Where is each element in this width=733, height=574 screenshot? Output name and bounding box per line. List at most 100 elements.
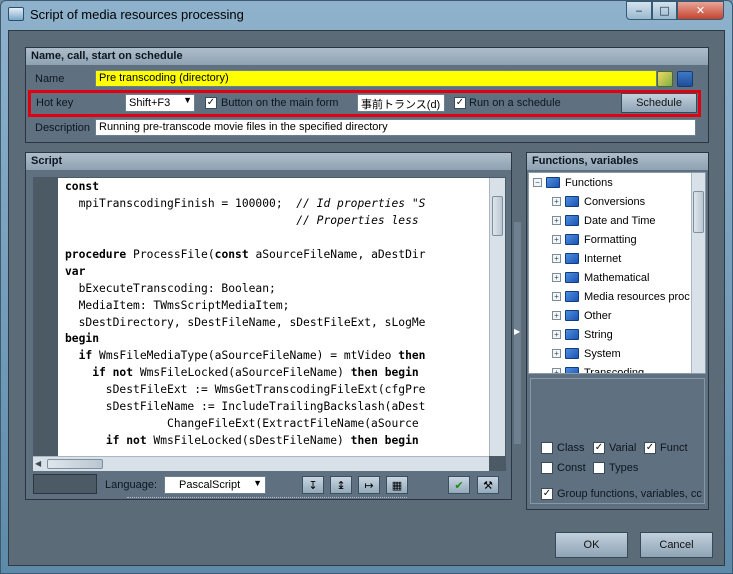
vertical-splitter[interactable]: ▶ [514, 222, 521, 444]
code-horizontal-scrollbar[interactable]: ◀ [33, 456, 489, 471]
tree-item[interactable]: + Formatting [552, 230, 637, 249]
code-line[interactable]: if not WmsFileLocked(sDestFileName) then… [65, 433, 489, 450]
code-token: mpiTranscodingFinish = 100000; [65, 196, 297, 210]
code-line[interactable]: // Properties less [65, 213, 489, 230]
language-value: PascalScript [179, 479, 241, 491]
name-field[interactable]: Pre transcoding (directory) [95, 70, 657, 87]
expand-icon[interactable]: + [552, 216, 561, 225]
tree-item[interactable]: + Media resources proc [552, 287, 690, 306]
scroll-left-icon[interactable]: ◀ [35, 459, 41, 468]
tree-item[interactable]: + System [552, 344, 621, 363]
tree-item-label: Date and Time [584, 214, 656, 227]
expand-icon[interactable]: + [552, 197, 561, 206]
close-button[interactable]: ✕ [677, 1, 724, 20]
button-caption-field[interactable]: 事前トランス(d) [357, 94, 445, 112]
code-editor[interactable]: const mpiTranscodingFinish = 100000; // … [58, 178, 489, 456]
code-line[interactable]: sDestDirectory, sDestFileName, sDestFile… [65, 315, 489, 332]
code-line[interactable]: procedure ProcessFile(const aSourceFileN… [65, 247, 489, 264]
expand-icon[interactable]: + [552, 273, 561, 282]
run-schedule-checkbox[interactable]: ✓ [454, 97, 466, 109]
chevron-right-icon[interactable]: ▶ [514, 327, 520, 336]
cancel-button[interactable]: Cancel [640, 532, 713, 558]
group-label: Group functions, variables, cc [557, 488, 702, 500]
code-line[interactable]: sDestFileName := IncludeTrailingBackslas… [65, 399, 489, 416]
code-line[interactable] [65, 230, 489, 247]
code-token: sDestFileExt := WmsGetTranscodingFileExt… [65, 383, 426, 397]
description-field[interactable]: Running pre-transcode movie files in the… [95, 119, 696, 136]
filter-checkbox-funct[interactable]: ✓ [644, 442, 656, 454]
code-line[interactable]: begin [65, 331, 489, 348]
tree-item[interactable]: + Date and Time [552, 211, 656, 230]
scrollbar-thumb[interactable] [492, 196, 503, 236]
calculator-icon[interactable]: ▦ [386, 476, 408, 494]
splitter-handle[interactable] [127, 497, 407, 500]
functions-tree[interactable]: − Functions + Conversions + Date and Time + Fo… [528, 172, 706, 374]
collapse-icon[interactable]: − [533, 178, 542, 187]
title-bar[interactable]: Script of media resources processing ‒ □… [0, 0, 733, 30]
code-text[interactable]: const mpiTranscodingFinish = 100000; // … [58, 178, 489, 456]
tree-root[interactable]: − Functions [533, 173, 613, 192]
expand-icon[interactable]: + [552, 292, 561, 301]
tree-root-label: Functions [565, 176, 613, 189]
script-panel-title: Script [26, 153, 511, 170]
code-line[interactable]: const [65, 179, 489, 196]
filter-label: Funct [660, 442, 688, 454]
code-line[interactable]: if not WmsFileLocked(aSourceFileName) th… [65, 365, 489, 382]
close-icon: ✕ [695, 4, 706, 17]
filter-checkbox-class[interactable] [541, 442, 553, 454]
expand-icon[interactable]: + [552, 368, 561, 373]
filter-checkbox-const[interactable] [541, 462, 553, 474]
language-select[interactable]: PascalScript ▼ [164, 476, 266, 494]
expand-icon[interactable]: + [552, 349, 561, 358]
code-line[interactable]: var [65, 264, 489, 281]
code-token: if [78, 349, 93, 363]
code-line[interactable]: bExecuteTranscoding: Boolean; [65, 281, 489, 298]
tree-item[interactable]: + String [552, 325, 613, 344]
expand-icon[interactable]: + [552, 254, 561, 263]
name-label: Name [35, 73, 65, 85]
tree-item[interactable]: + Internet [552, 249, 621, 268]
maximize-button[interactable]: □ [652, 1, 677, 20]
tree-item[interactable]: + Conversions [552, 192, 645, 211]
hscroll-thumb[interactable] [47, 459, 103, 469]
code-line[interactable]: ChangeFileExt(ExtractFileName(aSource [65, 416, 489, 433]
tree-item[interactable]: + Other [552, 306, 612, 325]
check-syntax-icon[interactable]: ✔ [448, 476, 470, 494]
code-vertical-scrollbar[interactable] [489, 178, 505, 456]
import-icon[interactable]: ↨ [330, 476, 352, 494]
hotkey-select[interactable]: Shift+F3 ▼ [125, 94, 195, 112]
tools-icon[interactable]: ⚒ [477, 476, 499, 494]
expand-icon[interactable]: + [552, 311, 561, 320]
code-line[interactable]: if WmsFileMediaType(aSourceFileName) = m… [65, 348, 489, 365]
minimize-icon: ‒ [635, 4, 643, 17]
download-icon[interactable]: ↧ [302, 476, 324, 494]
book-icon [565, 348, 579, 359]
minimize-button[interactable]: ‒ [626, 1, 652, 20]
tree-item[interactable]: + Transcoding [552, 363, 644, 373]
code-line[interactable]: mpiTranscodingFinish = 100000; // Id pro… [65, 196, 489, 213]
code-line[interactable]: MediaItem: TWmsScriptMediaItem; [65, 298, 489, 315]
schedule-button[interactable]: Schedule [621, 93, 697, 113]
save-icon[interactable] [677, 71, 693, 87]
export-icon[interactable]: ↦ [358, 476, 380, 494]
hotkey-value: Shift+F3 [129, 97, 171, 109]
group-checkbox[interactable]: ✓ [541, 488, 553, 500]
tree-item[interactable]: + Mathematical [552, 268, 649, 287]
tree-item-label: System [584, 347, 621, 360]
tree-item-label: String [584, 328, 613, 341]
code-token: var [65, 264, 86, 278]
code-token: aSourceFileName, aDestDir [248, 247, 426, 261]
filter-checkbox-varial[interactable]: ✓ [593, 442, 605, 454]
tree-scrollbar-thumb[interactable] [693, 191, 704, 233]
expand-icon[interactable]: + [552, 235, 561, 244]
ok-button[interactable]: OK [555, 532, 628, 558]
open-folder-icon[interactable] [657, 71, 673, 87]
button-main-form-checkbox[interactable]: ✓ [205, 97, 217, 109]
code-line[interactable]: sDestFileExt := WmsGetTranscodingFileExt… [65, 382, 489, 399]
tree-scrollbar[interactable] [691, 173, 705, 373]
filter-checkbox-types[interactable] [593, 462, 605, 474]
code-token: then begin [350, 434, 419, 448]
tree-item-label: Conversions [584, 195, 646, 208]
expand-icon[interactable]: + [552, 330, 561, 339]
code-token: bExecuteTranscoding: Boolean; [65, 281, 276, 295]
